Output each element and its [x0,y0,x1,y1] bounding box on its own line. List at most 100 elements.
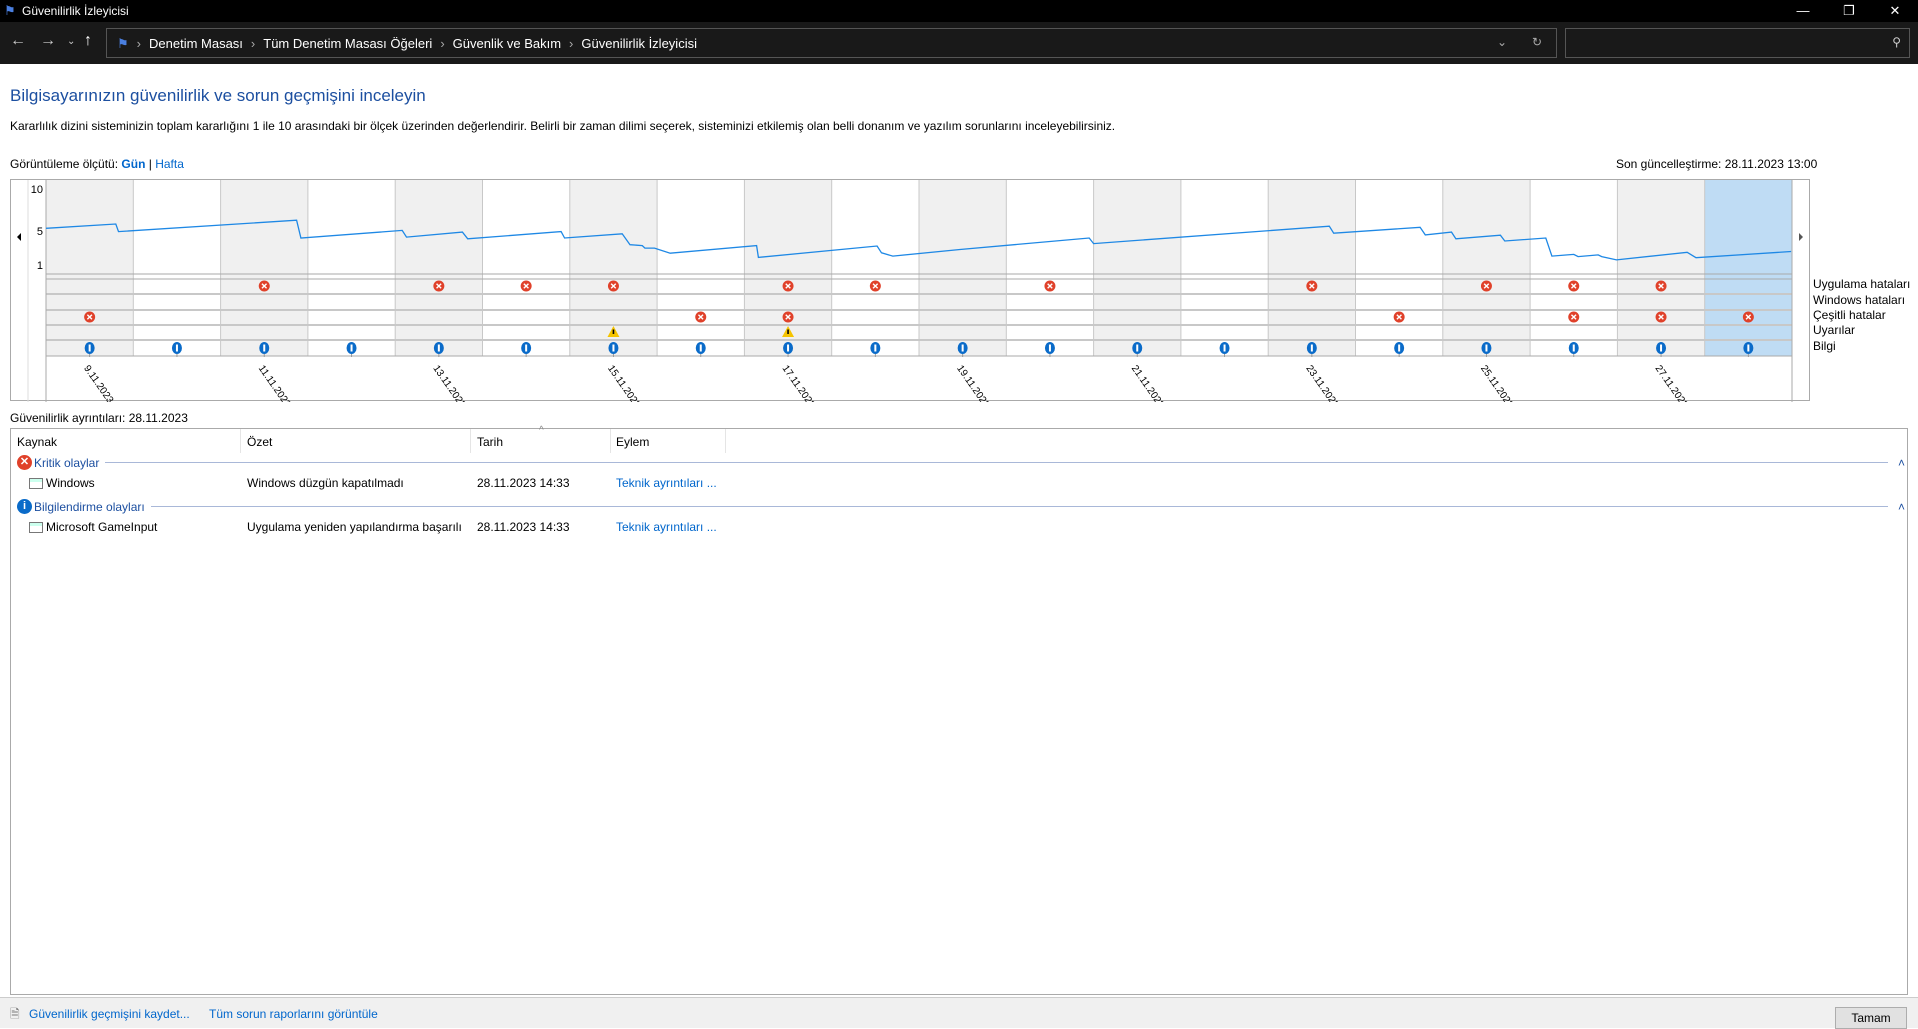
column-divider[interactable] [240,429,241,453]
day-column[interactable] [1180,180,1269,356]
info-mark [1572,344,1575,352]
restore-button[interactable]: ❐ [1826,0,1872,22]
footer: 🗎 Güvenilirlik geçmişini kaydet... Tüm s… [0,997,1918,1029]
column-header-action[interactable]: Eylem [616,435,649,455]
view-week-link[interactable]: Hafta [155,157,184,171]
technical-details-link[interactable]: Teknik ayrıntıları ... [616,520,717,534]
group-critical-events[interactable]: ✕ Kritik olaylar ˄ [17,455,1905,470]
reliability-chart[interactable]: 10 5 1 9.11.2023 11.11.2023 13.11.2023 15.11.2… [10,179,1811,402]
view-by: Görüntüleme ölçütü: Gün | Hafta [10,157,184,171]
dropdown-chevron-icon[interactable]: ⌄ [1497,35,1507,49]
date-label: 25.11.2023 [1478,363,1516,402]
error-icon [869,280,881,292]
info-mark [1747,344,1750,352]
view-all-reports-link[interactable]: Tüm sorun raporlarını görüntüle [209,1007,378,1021]
technical-details-link[interactable]: Teknik ayrıntıları ... [616,476,717,490]
legend-label: Çeşitli hatalar [1813,308,1886,322]
info-mark [1485,344,1488,352]
breadcrumb-item[interactable]: Güvenlik ve Bakım [453,36,561,52]
day-column[interactable] [657,180,745,356]
y-tick-label: 5 [37,226,43,238]
breadcrumb-item[interactable]: Tüm Denetim Masası Öğeleri [263,36,432,52]
column-header-summary[interactable]: Özet [247,435,272,455]
info-mark [350,344,353,352]
error-icon [520,280,532,292]
minimize-button[interactable]: — [1780,0,1826,22]
error-icon [1480,280,1492,292]
column-divider[interactable] [610,429,611,453]
info-mark [1223,344,1226,352]
view-day-link[interactable]: Gün [121,157,145,171]
error-icon [84,311,96,323]
day-column[interactable] [1617,180,1705,356]
forward-icon[interactable]: → [40,32,56,50]
address-field[interactable]: ⚑ › Denetim Masası › Tüm Denetim Masası Öğ… [106,28,1557,58]
collapse-chevron-icon[interactable]: ˄ [1898,500,1905,514]
scroll-right-icon[interactable] [1799,233,1803,241]
save-history-link[interactable]: Güvenilirlik geçmişini kaydet... [29,1007,190,1021]
day-column[interactable] [831,180,919,356]
scroll-left-icon[interactable] [17,233,21,241]
application-icon [29,478,43,490]
info-mark [1398,344,1401,352]
page-title: Bilgisayarınızın güvenilirlik ve sorun g… [10,86,426,105]
column-divider[interactable] [470,429,471,453]
info-mark [525,344,528,352]
up-icon[interactable]: ↑ [84,32,92,50]
search-icon: ⚲ [1892,35,1901,49]
info-mark [1660,344,1663,352]
ok-button[interactable]: Tamam [1835,1007,1907,1029]
day-column[interactable] [307,180,396,356]
error-icon [1568,280,1580,292]
error-icon [1306,280,1318,292]
day-column[interactable] [133,180,221,356]
application-icon [29,522,43,534]
column-header-date[interactable]: Tarih [477,435,503,455]
day-column[interactable] [1093,180,1181,356]
info-mark [874,344,877,352]
day-column[interactable] [482,180,570,356]
day-column[interactable] [1355,180,1443,356]
y-tick-label: 1 [37,260,43,272]
error-icon [782,311,794,323]
day-column[interactable] [1530,180,1618,356]
column-header-source[interactable]: Kaynak [17,435,57,455]
breadcrumb-item[interactable]: Denetim Masası [149,36,243,52]
refresh-icon[interactable]: ↻ [1532,35,1542,49]
day-column[interactable] [1442,180,1531,356]
date-label: 23.11.2023 [1303,363,1341,402]
date-label: 11.11.2023 [256,363,293,402]
info-mark [1048,344,1051,352]
view-by-label: Görüntüleme ölçütü: [10,157,119,171]
error-icon [695,311,707,323]
date-label: 21.11.2023 [1129,363,1167,402]
group-information-events[interactable]: i Bilgilendirme olayları ˄ [17,499,1905,514]
error-icon [1044,280,1056,292]
info-mark [1310,344,1313,352]
collapse-chevron-icon[interactable]: ˄ [1898,456,1905,470]
day-column[interactable] [1268,180,1356,356]
close-button[interactable]: ✕ [1872,0,1918,22]
error-icon [1655,280,1667,292]
details-table: Kaynak Özet Tarih ^ Eylem ✕ Kritik olayl… [10,425,1908,995]
day-column[interactable] [395,180,483,356]
last-updated: Son güncelleştirme: 28.11.2023 13:00 [1616,157,1818,171]
legend-label: Bilgi [1813,339,1836,353]
search-input[interactable]: ⚲ [1565,28,1910,58]
recent-chevron-icon[interactable]: ⌄ [67,36,75,47]
chart-svg[interactable]: 10519.11.2023 11.11.2023 13.11.2023 15.11.2… [11,180,1811,402]
row-date: 28.11.2023 14:33 [477,476,570,490]
day-column[interactable] [1704,180,1792,356]
y-tick-label: 10 [31,184,43,196]
separator: | [148,157,152,171]
day-column[interactable] [46,180,134,356]
day-column[interactable] [220,180,308,356]
window-title: Güvenilirlik İzleyicisi [22,4,129,18]
legend-label: Uyarılar [1813,323,1856,337]
column-divider[interactable] [725,429,726,453]
info-mark [699,344,702,352]
back-icon[interactable]: ← [10,32,26,50]
breadcrumb-item[interactable]: Güvenilirlik İzleyicisi [581,36,697,52]
day-column[interactable] [919,180,1007,356]
day-column[interactable] [1006,180,1094,356]
